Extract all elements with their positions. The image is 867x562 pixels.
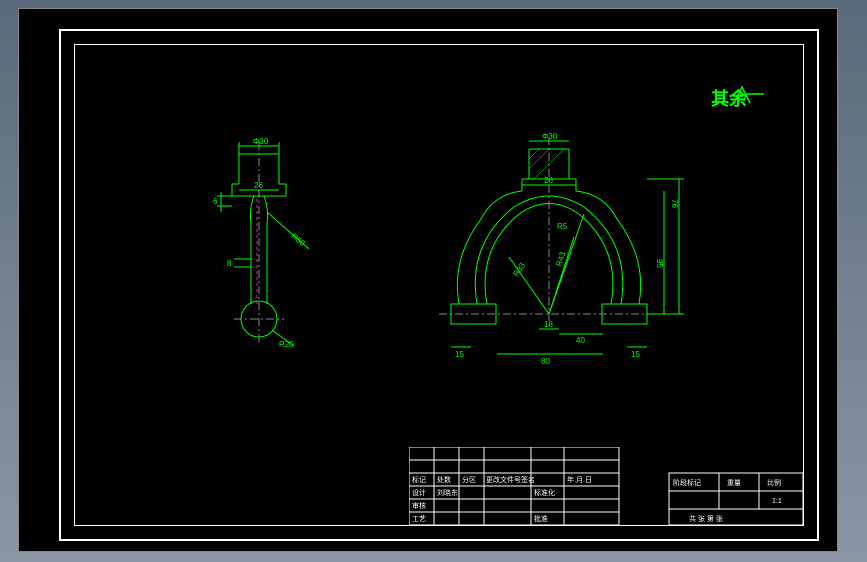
dim-r-40: 40	[576, 336, 585, 345]
tb-r4c2: 批准	[534, 514, 548, 523]
dim-r-h2: 95	[655, 259, 664, 268]
dim-r-80: 80	[541, 357, 550, 366]
tb-r1c1: 标记	[412, 475, 426, 484]
tb-rb-r1c1: 阶段标记	[673, 478, 701, 487]
dim-r-15l: 15	[455, 350, 464, 359]
tb-r2c1: 设计	[412, 488, 426, 497]
dim-r-h1: 76	[670, 199, 679, 208]
dim-r-top-dia: Φ30	[542, 132, 558, 141]
title-block: 标记 处数 分区 更改文件号签名 年.月.日 设计 刘晓东 标准化 审核 工艺 …	[409, 447, 804, 527]
right-part-view: Φ30 26 76 95 R33 R43 R5 15 18 40 15 80	[409, 129, 709, 389]
tb-rb-r1c2: 重量	[727, 479, 741, 487]
dim-r-18: 18	[544, 320, 553, 329]
surface-finish-icon	[732, 85, 767, 110]
dim-left-width: 26	[254, 181, 263, 190]
dim-left-angle: R50	[290, 232, 307, 249]
left-part-view: Φ30 26 6 R50 8 R20	[179, 134, 339, 364]
dim-left-radius: R20	[279, 340, 294, 349]
tb-r2c2: 刘晓东	[437, 488, 458, 497]
dim-left-8: 8	[227, 259, 232, 268]
tb-r4c1: 工艺	[412, 515, 426, 523]
dim-r-15r: 15	[631, 350, 640, 359]
tb-rb-r2c3: 1:1	[772, 498, 782, 505]
tb-r1c4: 更改文件号签名	[486, 475, 535, 484]
tb-r1c5: 年.月.日	[567, 475, 592, 484]
tb-r2c3: 标准化	[534, 488, 555, 497]
dim-r-width: 26	[544, 176, 553, 185]
tb-rb-r1c3: 比例	[767, 478, 781, 487]
dim-left-h1: 6	[213, 197, 218, 206]
tb-r1c3: 分区	[462, 475, 476, 484]
tb-rb-r3: 共 张 第 张	[689, 514, 723, 523]
dim-r-r3: R5	[557, 222, 568, 231]
tb-r1c2: 处数	[437, 475, 451, 484]
cad-viewport[interactable]: 其余 Φ30 26	[18, 8, 838, 552]
dim-left-top-dia: Φ30	[253, 137, 269, 146]
tb-r3c1: 审核	[412, 501, 426, 510]
